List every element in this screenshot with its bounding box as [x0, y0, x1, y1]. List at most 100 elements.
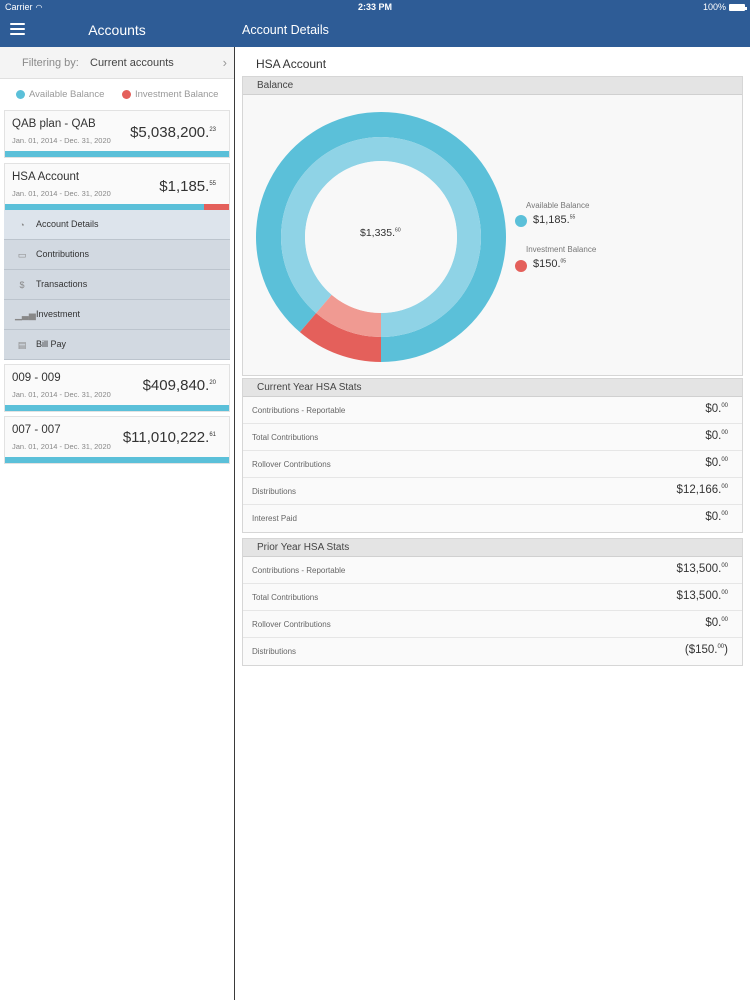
battery-icon: [729, 3, 747, 11]
filter-label: Filtering by:: [22, 57, 79, 69]
submenu-investment[interactable]: ▁▃▅ Investment: [4, 300, 230, 330]
submenu-label: Transactions: [36, 279, 88, 289]
battery-indicator: 100%: [702, 2, 747, 12]
stat-label: Interest Paid: [252, 514, 297, 523]
submenu-transactions[interactable]: $ Transactions: [4, 270, 230, 300]
stat-label: Rollover Contributions: [252, 460, 331, 469]
stat-label: Distributions: [252, 487, 297, 496]
submenu-account-details[interactable]: ◔ Account Details: [4, 210, 230, 240]
stat-value: $0.00: [705, 457, 728, 469]
stat-value: $13,500.00: [677, 563, 728, 575]
investment-legend-dot-icon: [515, 260, 527, 272]
stat-amount: $0.: [705, 511, 722, 523]
account-card-007[interactable]: 007 - 007 Jan. 01, 2014 - Dec. 31, 2020 …: [4, 416, 230, 464]
stat-cents: 00: [721, 563, 728, 570]
chart-available-cents: 55: [569, 214, 576, 221]
total-balance-cents: 60: [395, 227, 401, 234]
account-amount: $11,010,222.: [122, 429, 210, 446]
balance-bar: [5, 151, 229, 157]
current-year-stats-panel: Current Year HSA Stats Contributions - R…: [242, 378, 743, 533]
stat-label: Contributions - Reportable: [252, 566, 346, 575]
available-dot-icon: [16, 90, 25, 99]
account-amount: $5,038,200.: [130, 124, 210, 141]
accounts-pane: Filtering by: Current accounts › Availab…: [0, 47, 235, 1000]
stat-label: Total Contributions: [252, 433, 319, 442]
stat-label: Rollover Contributions: [252, 620, 331, 629]
stat-row: Contributions - Reportable $13,500.00: [243, 557, 742, 584]
stat-amount: $13,500.: [676, 563, 722, 575]
stat-row: Distributions ($150.00): [243, 638, 742, 665]
account-name: 009 - 009: [12, 372, 61, 384]
stat-label: Distributions: [252, 647, 297, 656]
account-cents: 55: [209, 181, 216, 187]
stat-cents: 00: [721, 484, 728, 491]
account-name: HSA Account: [12, 171, 80, 183]
account-card-009[interactable]: 009 - 009 Jan. 01, 2014 - Dec. 31, 2020 …: [4, 364, 230, 412]
battery-percent: 100%: [702, 2, 726, 12]
account-card-qab[interactable]: QAB plan - QAB Jan. 01, 2014 - Dec. 31, …: [4, 110, 230, 158]
stat-amount: ($150.: [684, 644, 718, 656]
stat-row: Rollover Contributions $0.00: [243, 611, 742, 638]
legend-available-label: Available Balance: [29, 89, 105, 100]
account-cents: 61: [209, 432, 216, 438]
investment-dot-icon: [122, 90, 131, 99]
chart-available-value: $1,185.55: [533, 214, 575, 226]
navigation-bar: Carrier ◠ 2:33 PM 100% Accounts Account D…: [0, 0, 750, 47]
submenu-label: Contributions: [36, 249, 90, 259]
stat-amount: $12,166.: [676, 484, 722, 496]
account-balance: $409,840.20: [143, 377, 216, 394]
stat-row: Total Contributions $13,500.00: [243, 584, 742, 611]
dollar-circle-icon: $: [19, 280, 25, 290]
chart-available-amount: $1,185.: [533, 214, 570, 226]
bill-icon: ▤: [17, 340, 27, 350]
account-cents: 20: [209, 380, 216, 386]
submenu-contributions[interactable]: ▭ Contributions: [4, 240, 230, 270]
pie-chart-icon: ◔: [19, 220, 25, 230]
submenu-label: Bill Pay: [36, 339, 67, 349]
stat-value: ($150.00): [685, 644, 728, 656]
stat-row: Distributions $12,166.00: [243, 478, 742, 505]
balance-panel: Balance $1,335.60 Available Balance $1,1…: [242, 76, 743, 376]
growth-chart-icon: ▁▃▅: [15, 310, 36, 320]
chart-investment-value: $150.05: [533, 258, 566, 270]
chart-legend-investment: Investment Balance: [526, 245, 597, 254]
stat-row: Total Contributions $0.00: [243, 424, 742, 451]
account-balance: $5,038,200.23: [130, 124, 216, 141]
stat-value: $0.00: [705, 617, 728, 629]
total-balance: $1,335.60: [360, 227, 401, 239]
account-dates: Jan. 01, 2014 - Dec. 31, 2020: [12, 189, 111, 198]
balance-donut-chart: [256, 112, 506, 362]
filter-row[interactable]: Filtering by: Current accounts ›: [0, 47, 234, 79]
submenu-label: Account Details: [36, 219, 99, 229]
stat-amount: $0.: [705, 403, 722, 415]
prior-year-stats-panel: Prior Year HSA Stats Contributions - Rep…: [242, 538, 743, 666]
stat-amount: $13,500.: [676, 590, 722, 602]
chart-legend-available: Available Balance: [526, 201, 590, 210]
account-title: HSA Account: [256, 57, 327, 71]
stat-label: Total Contributions: [252, 593, 319, 602]
current-year-header: Current Year HSA Stats: [243, 379, 742, 397]
available-legend-dot-icon: [515, 215, 527, 227]
filter-value: Current accounts: [90, 57, 174, 69]
stat-value: $13,500.00: [677, 590, 728, 602]
stat-label: Contributions - Reportable: [252, 406, 346, 415]
stat-row: Interest Paid $0.00: [243, 505, 742, 532]
account-card-hsa[interactable]: HSA Account Jan. 01, 2014 - Dec. 31, 202…: [4, 163, 230, 211]
stat-suffix: ): [724, 644, 728, 656]
legend-investment-label: Investment Balance: [135, 89, 219, 100]
stat-value: $12,166.00: [677, 484, 728, 496]
account-dates: Jan. 01, 2014 - Dec. 31, 2020: [12, 136, 111, 145]
stat-cents: 00: [721, 403, 728, 410]
account-submenu: ◔ Account Details ▭ Contributions $ Tran…: [4, 210, 230, 360]
status-time: 2:33 PM: [357, 2, 392, 12]
stat-cents: 00: [721, 590, 728, 597]
balance-legend: Available Balance Investment Balance: [0, 79, 234, 109]
chevron-right-icon: ›: [222, 55, 227, 70]
submenu-label: Investment: [36, 309, 81, 319]
account-dates: Jan. 01, 2014 - Dec. 31, 2020: [12, 390, 111, 399]
stat-value: $0.00: [705, 403, 728, 415]
submenu-bill-pay[interactable]: ▤ Bill Pay: [4, 330, 230, 360]
balance-bar: [5, 405, 229, 411]
stat-amount: $0.: [705, 457, 722, 469]
stat-cents: 00: [721, 457, 728, 464]
